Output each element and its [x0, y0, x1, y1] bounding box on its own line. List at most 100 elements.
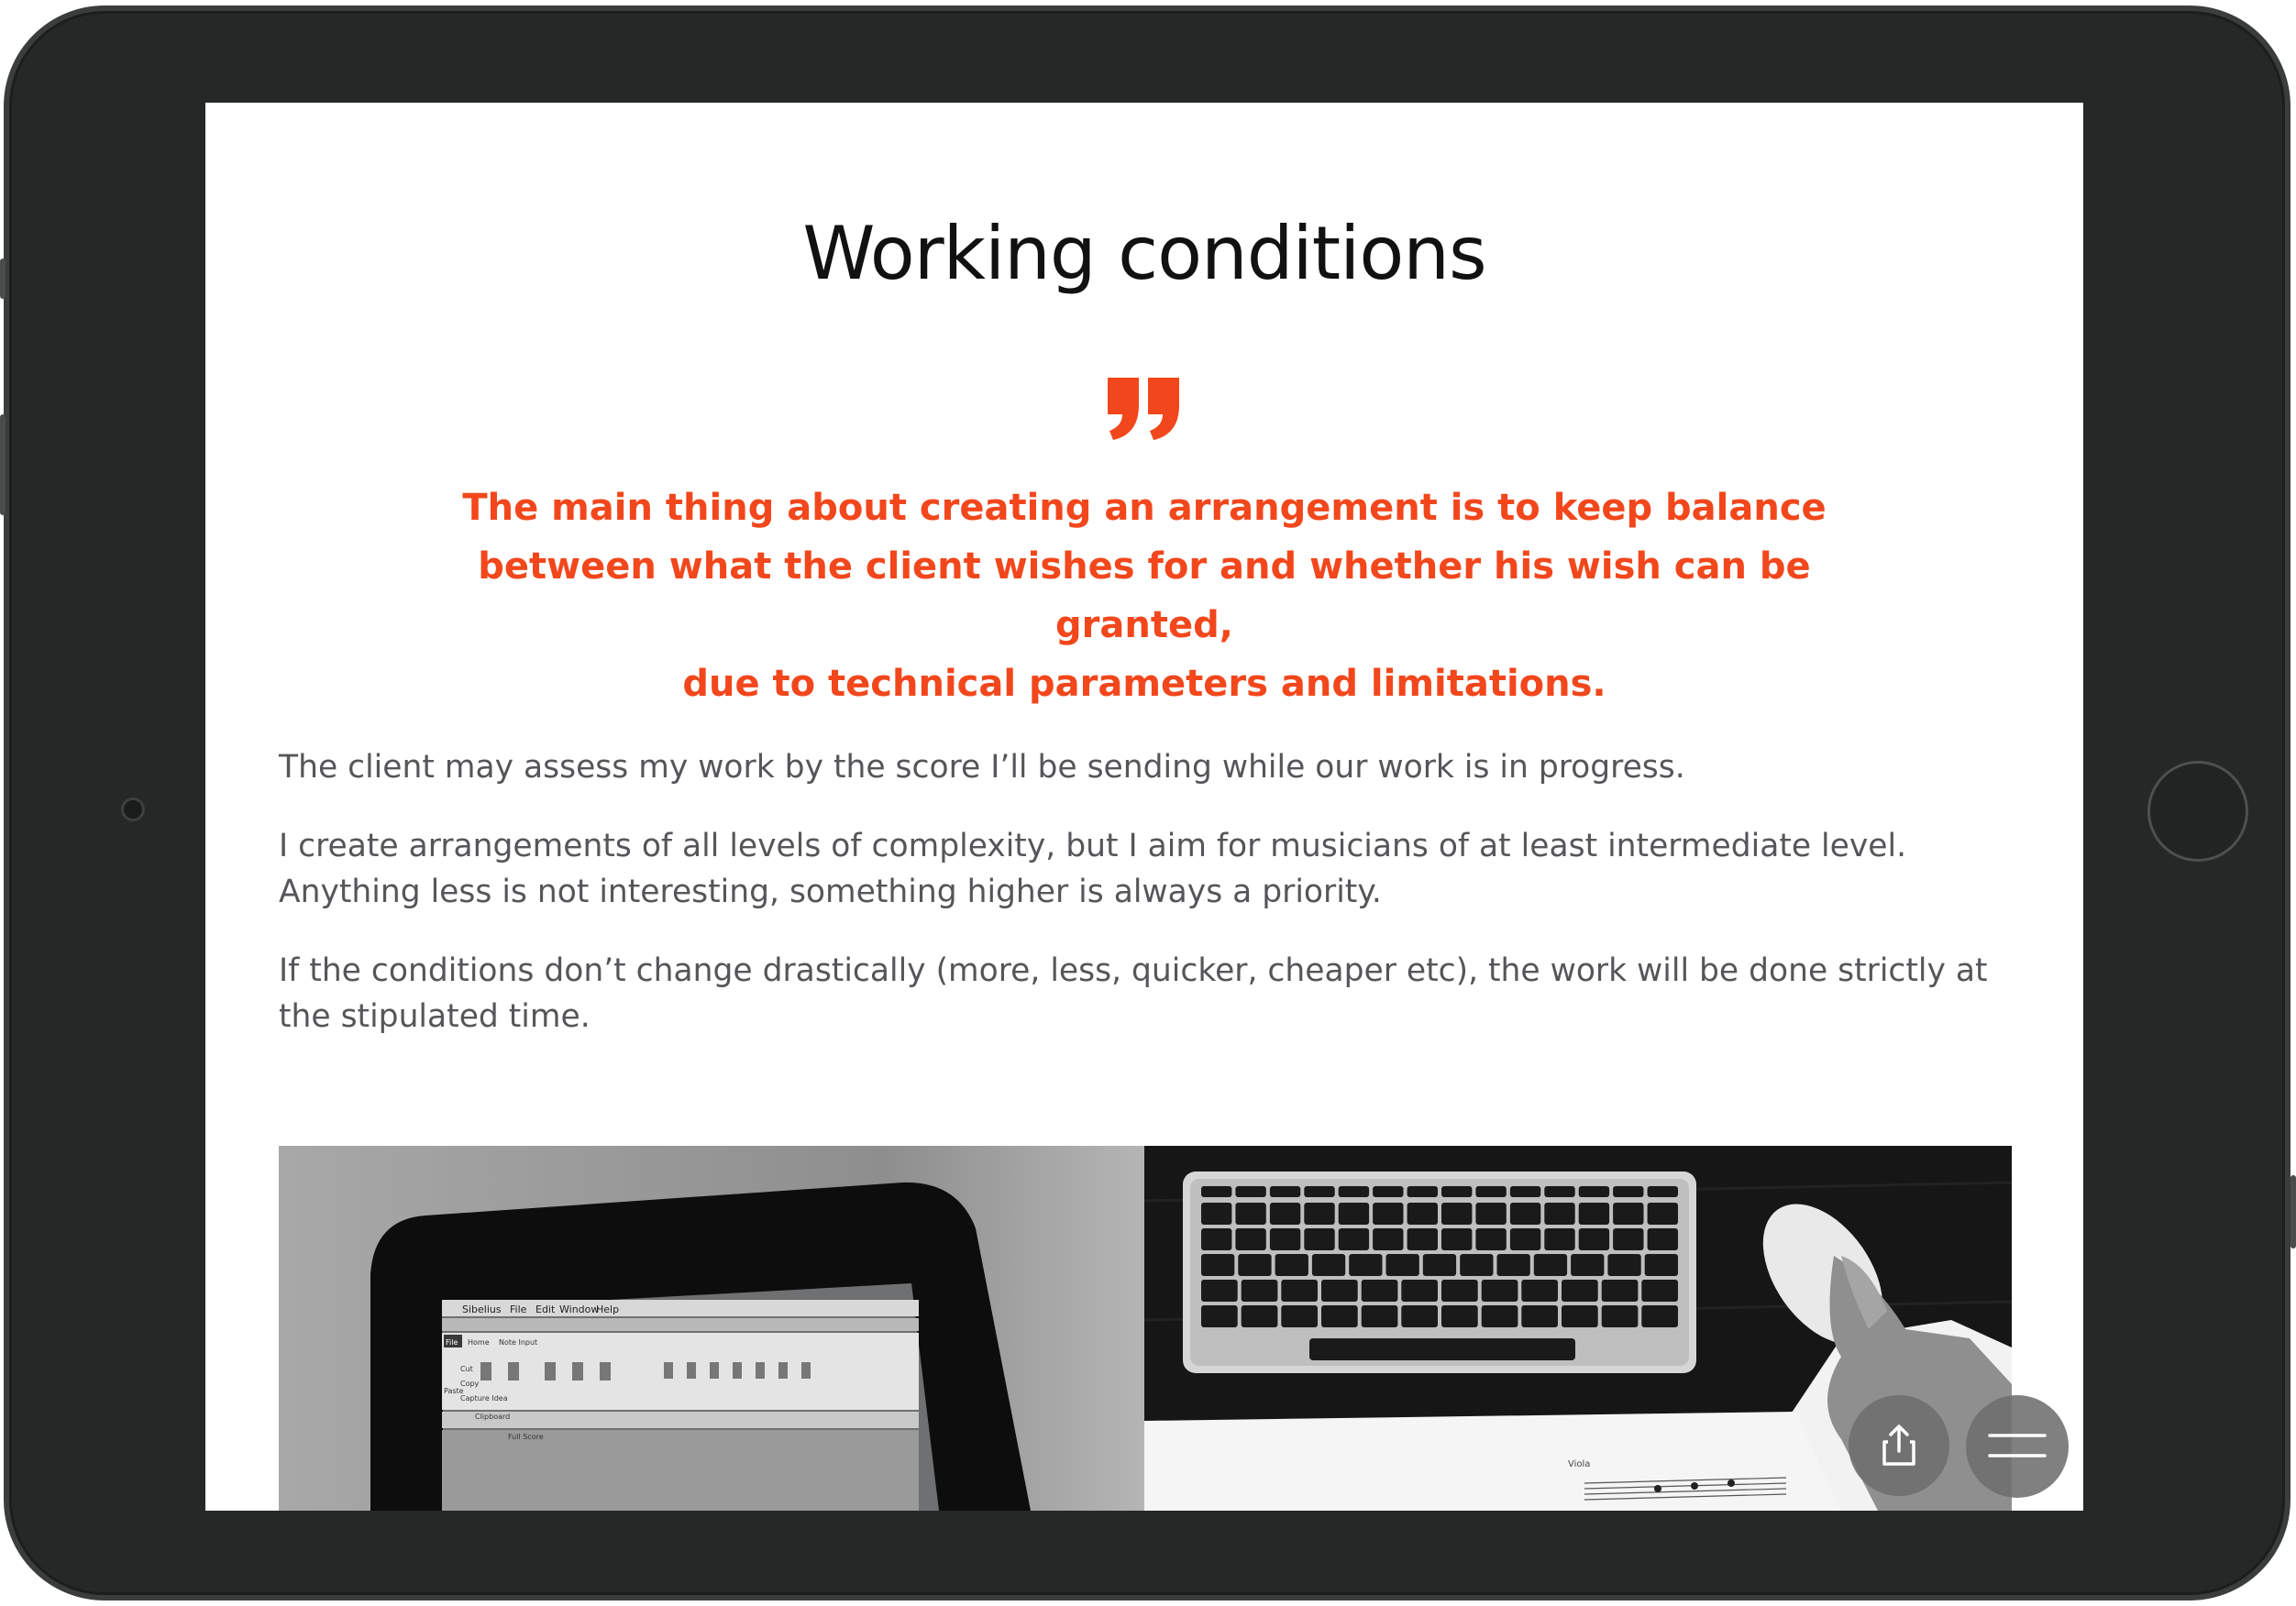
keyboard-key: [1509, 1186, 1541, 1197]
share-icon: [1882, 1424, 1915, 1466]
pull-quote: The main thing about creating an arrange…: [389, 478, 1900, 713]
clipboard-item: Clipboard: [475, 1413, 510, 1421]
keyboard-key: [1361, 1280, 1398, 1302]
keyboard-key: [1641, 1305, 1678, 1327]
keyboard-key: [1349, 1254, 1383, 1276]
keyboard-key: [1304, 1228, 1335, 1250]
keyboard-key: [1441, 1305, 1478, 1327]
photo-laptop-sibelius: Sibelius File Edit Window Help File Home…: [279, 1146, 1144, 1511]
keyboard-key: [1235, 1228, 1266, 1250]
app-menu-label: File: [510, 1304, 527, 1315]
keyboard-key: [1460, 1254, 1494, 1276]
keyboard-key: [1571, 1254, 1605, 1276]
keyboard-key: [1201, 1280, 1238, 1302]
keyboard-key: [1509, 1228, 1541, 1250]
keyboard-key: [1544, 1203, 1575, 1225]
keyboard-key: [1275, 1254, 1308, 1276]
keyboard-key: [1644, 1254, 1678, 1276]
keyboard-key: [1373, 1228, 1404, 1250]
keyboard-key: [1578, 1228, 1610, 1250]
keyboard-key: [1441, 1228, 1473, 1250]
keyboard-key: [1647, 1186, 1678, 1197]
clipboard-item: Capture Idea: [460, 1394, 508, 1402]
keyboard-key: [1475, 1228, 1507, 1250]
quote-mark-icon: [1108, 378, 1179, 440]
keyboard-key: [1641, 1280, 1678, 1302]
volume-up-button: [0, 414, 6, 515]
keyboard-key: [1201, 1203, 1232, 1225]
keyboard-key: [1338, 1228, 1370, 1250]
keyboard-key: [1235, 1203, 1266, 1225]
keyboard-key: [1373, 1186, 1404, 1197]
front-camera: [121, 798, 145, 821]
screen: Working conditions The main thing about …: [205, 103, 2083, 1511]
keyboard-key: [1533, 1254, 1568, 1276]
keyboard-key: [1401, 1280, 1438, 1302]
paragraph: If the conditions don’t change drastical…: [279, 952, 1988, 1035]
keyboard-key: [1607, 1254, 1641, 1276]
volume-button: [0, 258, 6, 299]
keyboard-key: [1311, 1254, 1346, 1276]
pull-quote-line: due to technical parameters and limitati…: [682, 663, 1606, 705]
keyboard-key: [1647, 1203, 1678, 1225]
keyboard-key: [1481, 1280, 1518, 1302]
keyboard-key: [1321, 1280, 1358, 1302]
ribbon-tab: Home: [468, 1338, 490, 1347]
paragraph: I create arrangements of all levels of c…: [279, 828, 1907, 910]
home-button[interactable]: [2147, 761, 2248, 862]
volume-down-button: [2290, 1175, 2296, 1248]
panel-label: Full Score: [508, 1433, 544, 1441]
keyboard-key: [1441, 1203, 1473, 1225]
keyboard-key: [1407, 1186, 1438, 1197]
keyboard-key: [1201, 1228, 1232, 1250]
keyboard-key: [1613, 1203, 1644, 1225]
keyboard-key: [1338, 1186, 1370, 1197]
keyboard-key: [1509, 1203, 1541, 1225]
keyboard-key: [1361, 1305, 1398, 1327]
pull-quote-line: between what the client wishes for and w…: [478, 545, 1811, 646]
keyboard-key: [1422, 1254, 1457, 1276]
keyboard-key: [1235, 1186, 1266, 1197]
keyboard-key: [1441, 1186, 1473, 1197]
keyboard-key: [1481, 1305, 1518, 1327]
keyboard-key: [1475, 1203, 1507, 1225]
keyboard-key: [1601, 1305, 1639, 1327]
keyboard-key: [1521, 1305, 1558, 1327]
keyboard-key: [1201, 1305, 1238, 1327]
keyboard-key: [1269, 1186, 1301, 1197]
keyboard-key: [1269, 1228, 1301, 1250]
paragraph: The client may assess my work by the sco…: [279, 749, 1685, 786]
laptop-illustration: Sibelius File Edit Window Help File Home…: [279, 1146, 1144, 1511]
keyboard-key: [1475, 1186, 1507, 1197]
share-button[interactable]: [1849, 1395, 1949, 1496]
app-menu-label: Edit: [535, 1304, 556, 1315]
keyboard-key: [1238, 1254, 1272, 1276]
clipboard-item: Cut: [460, 1365, 473, 1373]
keyboard-key: [1544, 1186, 1575, 1197]
ribbon-tab: File: [446, 1338, 458, 1347]
keyboard-key: [1241, 1305, 1278, 1327]
keyboard-key: [1613, 1228, 1644, 1250]
keyboard-key: [1562, 1280, 1598, 1302]
ribbon-tab: Note Input: [499, 1338, 537, 1347]
sheet-label: Viola: [1568, 1459, 1590, 1469]
keyboard-key: [1281, 1305, 1318, 1327]
keyboard-key: [1241, 1280, 1278, 1302]
keyboard-key: [1647, 1228, 1678, 1250]
app-menu-label: Help: [596, 1304, 619, 1315]
hamburger-menu-icon: [1988, 1434, 2047, 1458]
keyboard-key: [1304, 1203, 1335, 1225]
page-title: Working conditions: [802, 211, 1486, 296]
app-menu-label: Sibelius: [462, 1304, 502, 1315]
keyboard-key: [1407, 1228, 1438, 1250]
keyboard-key: [1601, 1280, 1639, 1302]
keyboard-key: [1385, 1254, 1419, 1276]
keyboard-key: [1578, 1203, 1610, 1225]
keyboard-key: [1321, 1305, 1358, 1327]
keyboard-key: [1544, 1228, 1575, 1250]
pull-quote-line: The main thing about creating an arrange…: [462, 487, 1827, 529]
menu-button[interactable]: [1966, 1395, 2069, 1498]
keyboard-key: [1578, 1186, 1610, 1197]
keyboard-key: [1338, 1203, 1370, 1225]
keyboard-key: [1401, 1305, 1438, 1327]
